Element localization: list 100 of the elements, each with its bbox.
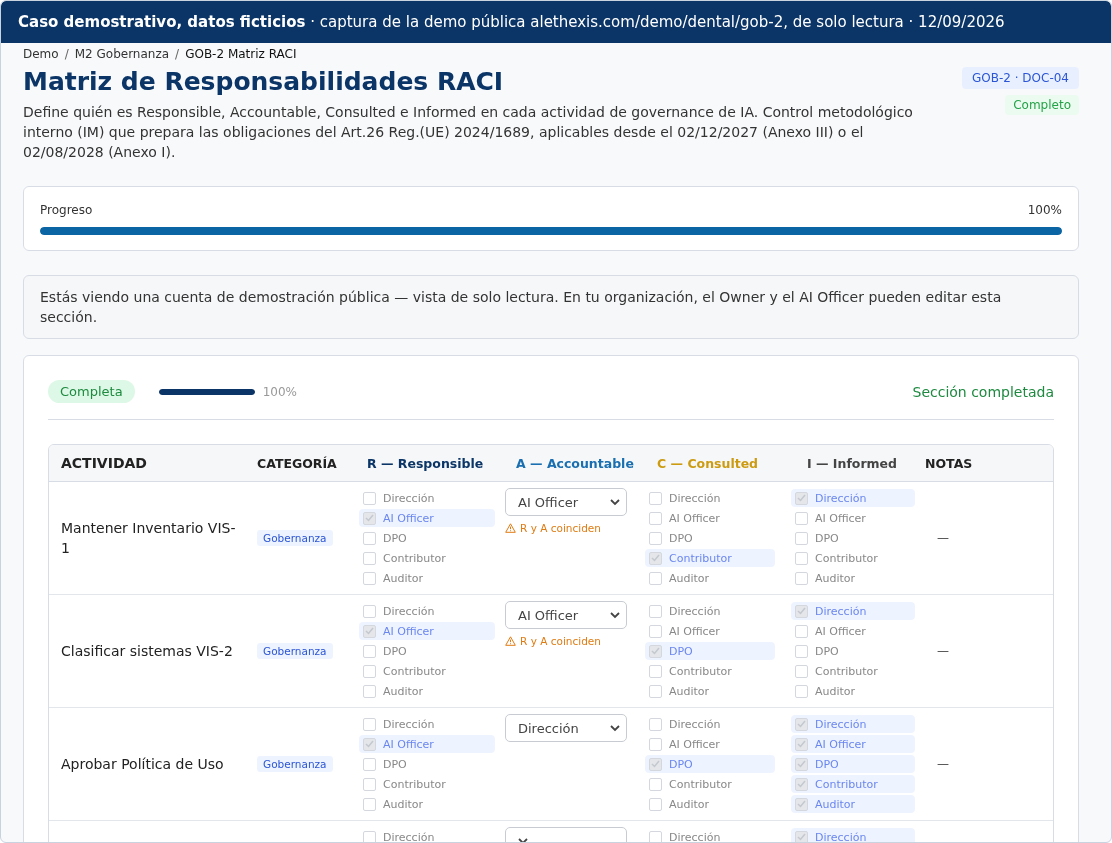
category-tag: Gobernanza [257, 643, 333, 659]
role-checkbox-option[interactable]: Auditor [791, 569, 915, 587]
column-header: A — Accountable [515, 455, 635, 471]
chevron-down-icon [610, 611, 620, 619]
checkmark-icon [651, 647, 660, 655]
breadcrumb-item[interactable]: M2 Gobernanza [74, 47, 170, 61]
page-description: Define quién es Responsible, Accountable, Consulted e Informed en cada actividad de governance de IA. Control metodológico interno (IM) que prepara las obligaciones del Art.26 Reg.(UE) 2024/1689, aplicables desde el 02/12/2027 (Anexo III) o el 02/08/2028 (Anexo I). [23, 103, 914, 162]
role-checkbox-option[interactable]: Contributor [791, 662, 915, 680]
checkmark-icon [651, 554, 660, 562]
role-checkbox-option[interactable]: AI Officer [645, 622, 775, 640]
activity-name: Clasificar sistemas VIS-2 [61, 642, 234, 661]
role-checkbox-option[interactable]: DPO [791, 642, 915, 660]
role-checkbox-option[interactable]: DPO [645, 529, 775, 547]
role-checkbox-option[interactable]: AI Officer [359, 735, 495, 753]
role-checkbox-option[interactable]: AI Officer [791, 509, 915, 527]
category-tag: Gobernanza [257, 530, 333, 546]
checkmark-icon [797, 494, 806, 502]
role-checkbox-option[interactable]: Dirección [645, 489, 775, 507]
role-checkbox-option[interactable]: Dirección [791, 715, 915, 733]
notes-text: — [937, 531, 949, 545]
activity-name: Aprobar Política de Uso [61, 755, 225, 774]
role-checkbox-option[interactable]: AI Officer [791, 622, 915, 640]
role-checkbox-option[interactable]: DPO [645, 642, 775, 660]
role-checkbox-option[interactable]: DPO [645, 755, 775, 773]
role-checkbox-option[interactable]: Dirección [645, 602, 775, 620]
role-checkbox-option[interactable]: Auditor [359, 682, 495, 700]
progress-reading: 100% [1027, 203, 1062, 217]
role-checkbox-option[interactable]: AI Officer [359, 622, 495, 640]
role-checkbox-option[interactable]: Auditor [791, 682, 915, 700]
role-checkbox-option[interactable]: Contributor [645, 662, 775, 680]
warning-icon [505, 636, 516, 646]
role-checkbox-option[interactable]: AI Officer [645, 509, 775, 527]
activity-name: Mantener Inventario VIS-1 [61, 519, 237, 558]
checkmark-icon [797, 833, 806, 841]
section-complete-text: Sección completada [912, 383, 1054, 400]
column-header: C — Consulted [656, 455, 760, 471]
checkmark-icon [365, 514, 374, 522]
role-checkbox-option[interactable]: Contributor [359, 549, 495, 567]
checkmark-icon [797, 780, 806, 788]
checkmark-icon [797, 800, 806, 808]
role-checkbox-option[interactable]: DPO [359, 529, 495, 547]
role-checkbox-option[interactable]: DPO [359, 755, 495, 773]
role-checkbox-option[interactable]: Contributor [645, 549, 775, 567]
chevron-down-icon [610, 498, 620, 506]
role-checkbox-option[interactable]: Dirección [791, 602, 915, 620]
role-checkbox-option[interactable]: Dirección [359, 715, 495, 733]
read-only-notice: Estás viendo una cuenta de demostración pública — vista de solo lectura. En tu organización, el Owner y el AI Officer pueden editar esta sección. [23, 275, 1079, 339]
role-checkbox-option[interactable]: Auditor [359, 795, 495, 813]
role-checkbox-option[interactable]: Dirección [359, 489, 495, 507]
warning-text: R y A coinciden [520, 635, 601, 647]
role-checkbox-option[interactable]: Auditor [645, 795, 775, 813]
accountable-select[interactable]: AI Officer [505, 488, 627, 516]
checkmark-icon [651, 760, 660, 768]
accountable-select[interactable]: AI Officer [505, 601, 627, 629]
role-checkbox-option[interactable]: Contributor [359, 662, 495, 680]
progress-label: Progreso [40, 203, 93, 217]
notes-text: — [937, 644, 949, 658]
role-checkbox-option[interactable]: Contributor [791, 549, 915, 567]
document-code-badge: GOB-2 · DOC-04 [961, 67, 1079, 89]
breadcrumb-separator: / [64, 47, 69, 61]
accountable-select[interactable]: Dirección [505, 714, 627, 742]
role-checkbox-option[interactable]: Auditor [791, 795, 915, 813]
role-checkbox-option[interactable]: DPO [791, 529, 915, 547]
section-progress-reading: 100% [262, 384, 297, 399]
role-checkbox-option[interactable]: Contributor [791, 775, 915, 793]
role-checkbox-option[interactable]: DPO [359, 642, 495, 660]
role-checkbox-option[interactable]: Auditor [359, 569, 495, 587]
role-checkbox-option[interactable]: DPO [791, 755, 915, 773]
page-title: Matriz de Responsabilidades RACI [23, 67, 505, 96]
notes-text: — [937, 757, 949, 771]
status-badge: Completo [1005, 95, 1079, 115]
breadcrumb-item[interactable]: Demo [23, 47, 59, 61]
role-checkbox-option[interactable]: Dirección [359, 602, 495, 620]
checkmark-icon [797, 740, 806, 748]
checkmark-icon [365, 627, 374, 635]
role-checkbox-option[interactable]: Dirección [791, 489, 915, 507]
role-checkbox-option[interactable]: Dirección [359, 828, 495, 842]
role-checkbox-option[interactable]: Dirección [791, 828, 915, 842]
column-header: CATEGORÍA [256, 455, 338, 471]
checkmark-icon [797, 720, 806, 728]
role-checkbox-option[interactable]: Auditor [645, 569, 775, 587]
column-header: R — Responsible [366, 455, 485, 471]
chevron-down-icon [610, 724, 620, 732]
column-header: ACTIVIDAD [60, 454, 148, 473]
checkmark-icon [365, 740, 374, 748]
role-checkbox-option[interactable]: AI Officer [791, 735, 915, 753]
breadcrumb-separator: / [175, 47, 180, 61]
role-checkbox-option[interactable]: Auditor [645, 682, 775, 700]
chevron-down-icon [518, 837, 528, 842]
role-checkbox-option[interactable]: AI Officer [645, 735, 775, 753]
role-checkbox-option[interactable]: AI Officer [359, 509, 495, 527]
checkmark-icon [797, 760, 806, 768]
checkmark-icon [797, 607, 806, 615]
column-header: I — Informed [806, 455, 899, 471]
role-checkbox-option[interactable]: Dirección [645, 715, 775, 733]
demo-banner: Caso demostrativo, datos ficticios · captura de la demo pública alethexis.com/demo/dental/gob-2, de solo lectura · 12/09/2026 [1, 1, 1111, 43]
section-status-pill: Completa [48, 380, 135, 403]
role-checkbox-option[interactable]: Contributor [359, 775, 495, 793]
role-checkbox-option[interactable]: Dirección [645, 828, 775, 842]
role-checkbox-option[interactable]: Contributor [645, 775, 775, 793]
